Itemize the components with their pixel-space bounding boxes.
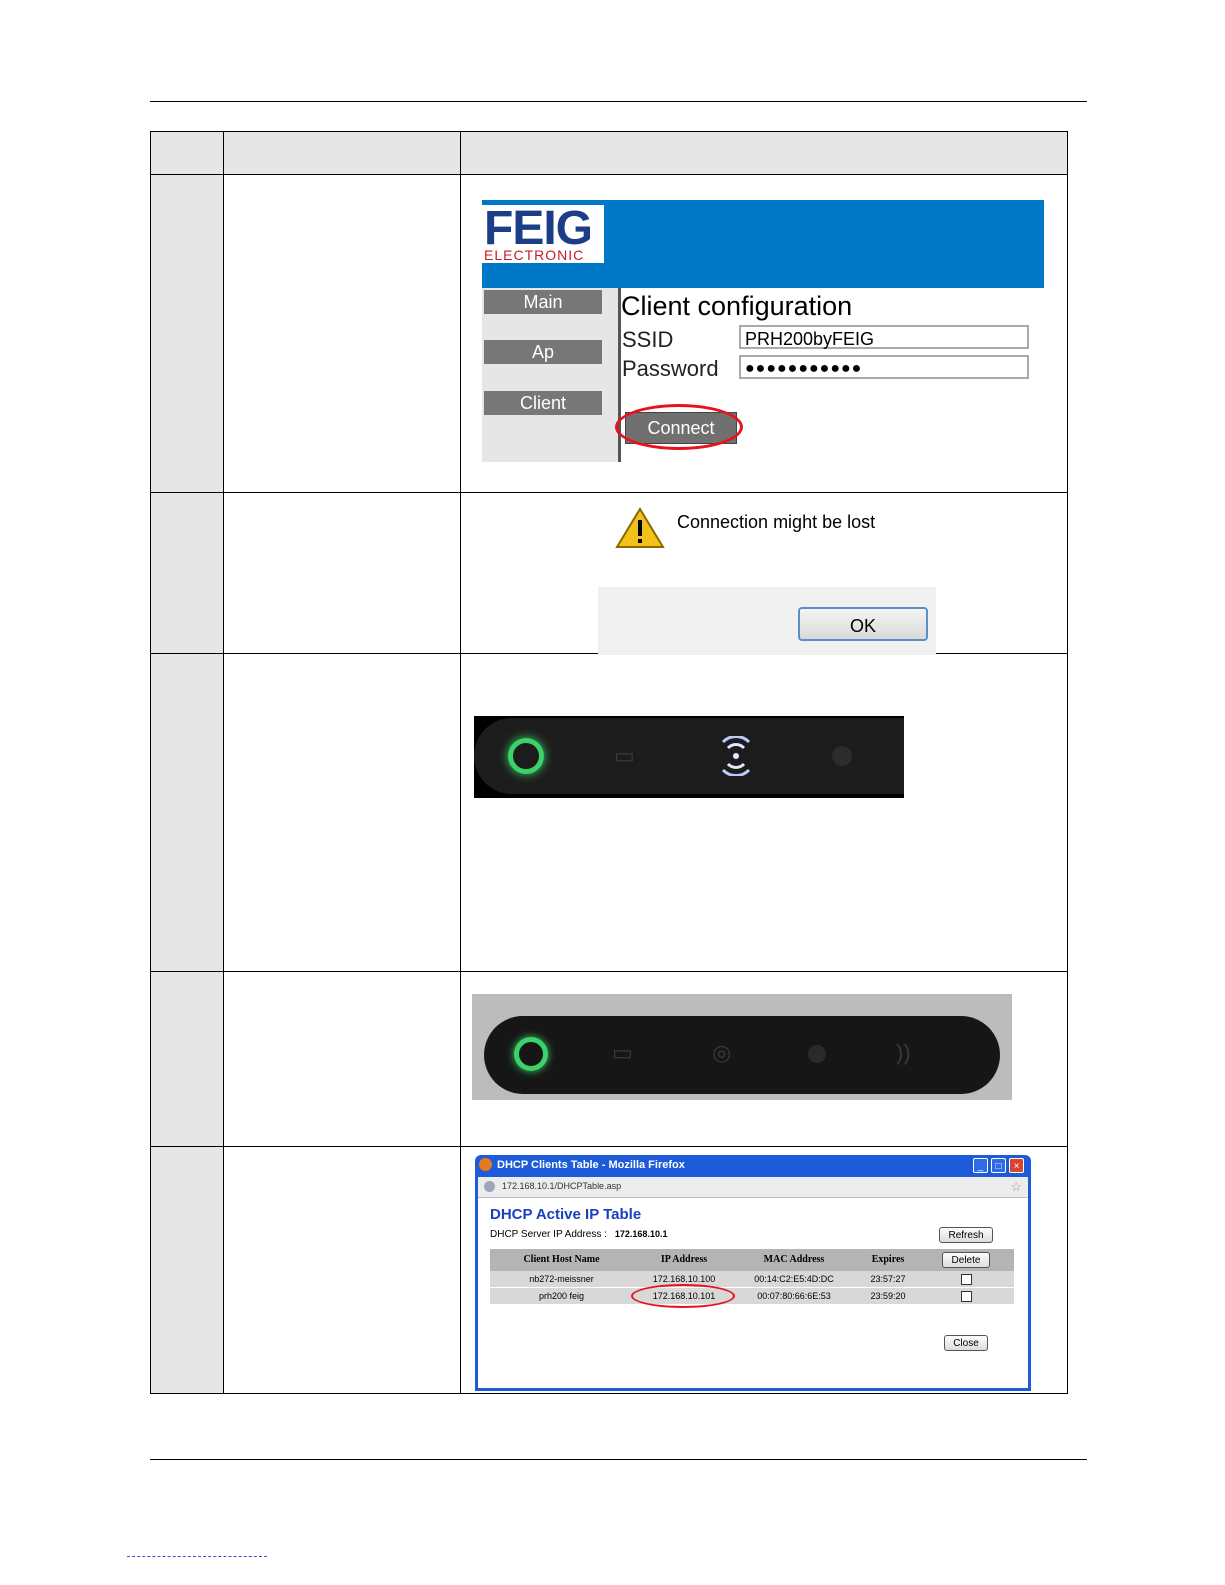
step-description-cell (223, 492, 461, 654)
logo-text: FEIG (484, 202, 593, 255)
col-mac-header: MAC Address (763, 1254, 825, 1265)
footer-rule (150, 1459, 1087, 1460)
bookmark-star-icon[interactable]: ☆ (1010, 1179, 1022, 1195)
nav-main-button[interactable]: Main (484, 290, 602, 314)
header-cell-step (150, 131, 224, 175)
address-bar-url: 172.168.10.1/DHCPTable.asp (502, 1181, 622, 1191)
nav-client-button[interactable]: Client (484, 391, 602, 415)
illustration-cell: Connection might be lost OK (460, 492, 1068, 655)
feig-header-bar: FEIG ELECTRONIC (482, 200, 1044, 288)
host-cell: nb272-meissner (529, 1274, 594, 1284)
illustration-cell: ▭ (460, 653, 1068, 972)
step-description-cell (223, 971, 461, 1147)
dhcp-client-table: Client Host Name IP Address MAC Address … (490, 1249, 1014, 1308)
client-config-screenshot: FEIG ELECTRONIC Main Ap Client Client co… (482, 200, 1044, 462)
table-row: nb272-meissner 172.168.10.100 00:14:C2:E… (490, 1271, 1014, 1287)
ssid-label: SSID (622, 327, 674, 352)
page-title: Client configuration (621, 291, 853, 321)
page-title: DHCP Active IP Table (490, 1206, 642, 1223)
warning-icon (615, 507, 665, 548)
battery-icon: ▭ (612, 1040, 633, 1065)
led-strip-photo-connected: ▭ ◎ )) (472, 994, 1012, 1100)
header-cell-action (223, 131, 461, 175)
close-window-button[interactable]: × (1009, 1158, 1024, 1173)
alert-message: Connection might be lost (677, 512, 876, 532)
wifi-icon: ◎ (712, 1040, 732, 1065)
password-label: Password (622, 356, 719, 381)
battery-icon: ▭ (614, 743, 635, 768)
step-number-cell (150, 174, 224, 493)
alert-button-panel: OK (598, 587, 936, 655)
expires-cell: 23:59:20 (870, 1291, 906, 1301)
device-panel: ▭ (474, 718, 904, 794)
row-select-checkbox[interactable] (961, 1291, 972, 1302)
globe-icon (484, 1181, 495, 1192)
ok-button[interactable]: OK (798, 607, 928, 641)
server-address-line: DHCP Server IP Address : 172.168.10.1 (490, 1229, 667, 1240)
illustration-cell: DHCP Clients Table - Mozilla Firefox _ □… (460, 1146, 1068, 1394)
config-panel: Client configuration SSID PRH200byFEIG P… (615, 288, 1044, 462)
step-row-3: ▭ (150, 653, 1068, 972)
row-select-checkbox[interactable] (961, 1274, 972, 1285)
step-description-cell (223, 174, 461, 493)
step-row-5: DHCP Clients Table - Mozilla Firefox _ □… (150, 1146, 1068, 1394)
illustration-cell: FEIG ELECTRONIC Main Ap Client Client co… (460, 174, 1068, 493)
password-input[interactable]: ●●●●●●●●●●● (739, 355, 1029, 379)
host-cell: prh200 feig (538, 1291, 585, 1301)
col-host-header: Client Host Name (523, 1254, 600, 1265)
power-led-icon (508, 738, 544, 774)
step-number-cell (150, 492, 224, 654)
led-strip-photo-connecting: ▭ (474, 716, 904, 798)
close-button[interactable]: Close (944, 1335, 988, 1351)
table-header: Client Host Name IP Address MAC Address … (490, 1249, 1014, 1271)
step-description-cell (223, 653, 461, 972)
dhcp-browser-window: DHCP Clients Table - Mozilla Firefox _ □… (475, 1155, 1031, 1391)
feig-logo: FEIG ELECTRONIC (482, 205, 604, 263)
server-address-value: 172.168.10.1 (614, 1229, 668, 1239)
nav-ap-button[interactable]: Ap (484, 340, 602, 364)
refresh-button[interactable]: Refresh (939, 1227, 993, 1243)
header-cell-illustration (460, 131, 1068, 175)
rfid-icon: )) (896, 1040, 911, 1065)
logo-subtext: ELECTRONIC (484, 247, 585, 263)
connect-highlight-oval (615, 404, 743, 450)
illustration-cell: ▭ ◎ )) (460, 971, 1068, 1147)
browser-content: 172.168.10.1/DHCPTable.asp ☆ DHCP Active… (478, 1177, 1028, 1388)
firefox-icon (479, 1158, 492, 1171)
step-number-cell (150, 1146, 224, 1394)
table-row: prh200 feig 172.168.10.101 00:07:80:66:6… (490, 1284, 1014, 1308)
address-bar[interactable]: 172.168.10.1/DHCPTable.asp ☆ (478, 1177, 1028, 1198)
col-ip-header: IP Address (660, 1254, 708, 1265)
window-title: DHCP Clients Table - Mozilla Firefox (497, 1159, 685, 1171)
step-number-cell (150, 653, 224, 972)
device-panel: ▭ ◎ )) (484, 1016, 1000, 1094)
table-header-row (150, 131, 1068, 175)
col-expires-header: Expires (871, 1254, 905, 1265)
mac-cell: 00:14:C2:E5:4D:DC (754, 1274, 834, 1284)
step-row-4: ▭ ◎ )) (150, 971, 1068, 1147)
ssid-input[interactable]: PRH200byFEIG (739, 325, 1029, 349)
step-row-1: FEIG ELECTRONIC Main Ap Client Client co… (150, 174, 1068, 493)
step-row-2: Connection might be lost OK (150, 492, 1068, 655)
minimize-button[interactable]: _ (973, 1158, 988, 1173)
server-address-label: DHCP Server IP Address : (490, 1229, 607, 1240)
sidebar-nav: Main Ap Client (482, 288, 621, 462)
footer-link-underline (127, 1556, 267, 1558)
maximize-button[interactable]: □ (991, 1158, 1006, 1173)
delete-button[interactable]: Delete (942, 1252, 990, 1268)
header-rule (150, 101, 1087, 102)
step-table: FEIG ELECTRONIC Main Ap Client Client co… (150, 131, 1068, 1394)
status-dot-icon (808, 1045, 826, 1063)
power-led-icon (514, 1037, 548, 1071)
mac-cell: 00:07:80:66:6E:53 (757, 1291, 831, 1301)
step-description-cell (223, 1146, 461, 1394)
status-dot-icon (832, 746, 852, 766)
wifi-icon (721, 736, 751, 776)
ip-highlight-oval (631, 1284, 735, 1308)
expires-cell: 23:57:27 (870, 1274, 906, 1284)
step-number-cell (150, 971, 224, 1147)
